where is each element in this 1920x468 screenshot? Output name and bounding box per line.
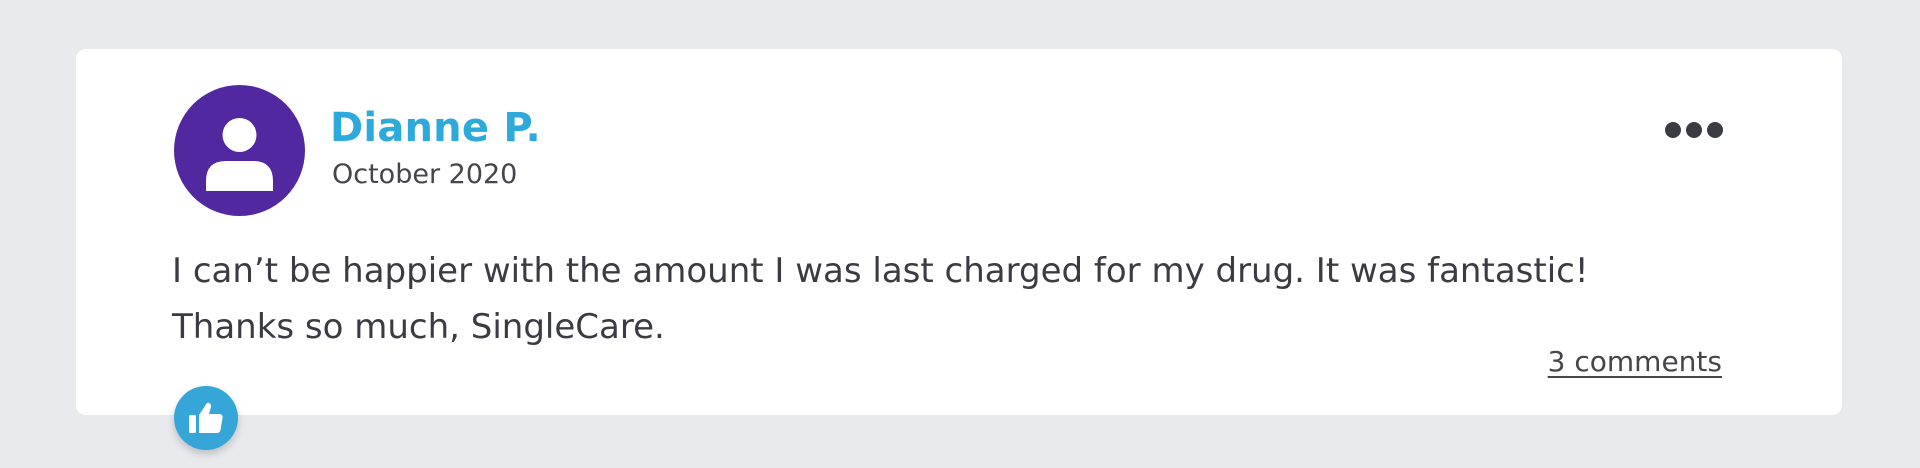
avatar [174, 85, 305, 216]
like-button[interactable] [174, 386, 238, 450]
thumbs-up-icon [189, 402, 223, 433]
comments-link[interactable]: 3 comments [1548, 345, 1722, 378]
user-icon [206, 118, 273, 191]
review-card: Dianne P. October 2020 I can’t be happie… [76, 49, 1842, 415]
review-text-line-1: I can’t be happier with the amount I was… [172, 251, 1589, 291]
more-dots-icon [1665, 122, 1723, 138]
review-date: October 2020 [332, 159, 518, 190]
author-name[interactable]: Dianne P. [330, 105, 541, 151]
review-text-line-2: Thanks so much, SingleCare. [172, 307, 665, 347]
more-options-button[interactable] [1664, 115, 1724, 145]
review-text: I can’t be happier with the amount I was… [172, 243, 1672, 355]
